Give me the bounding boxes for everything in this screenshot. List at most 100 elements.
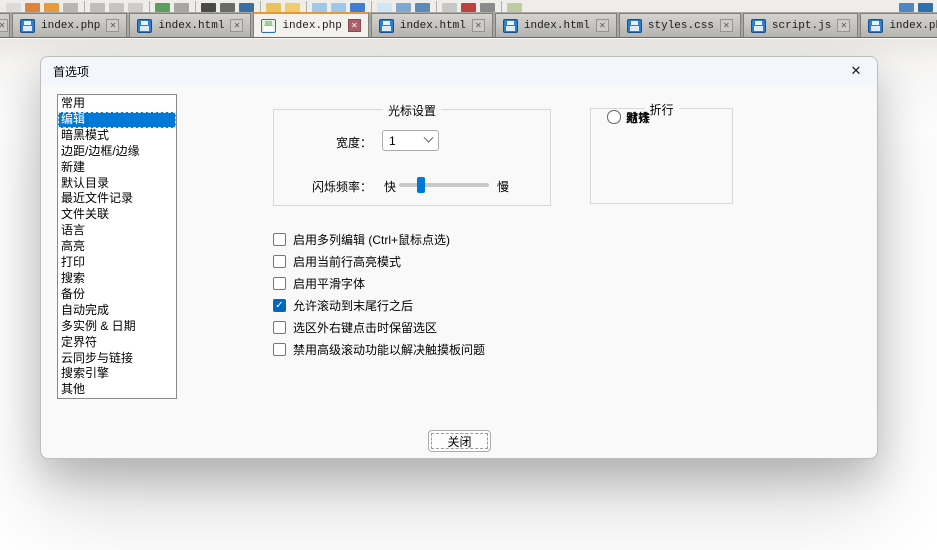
editor-tab[interactable]: index.php ✕ (253, 12, 368, 37)
tab-label: index.php (282, 20, 341, 32)
editor-tab[interactable]: styles.css ✕ (619, 13, 741, 37)
category-item[interactable]: 编辑 (58, 112, 176, 128)
toolbar (0, 0, 937, 12)
tab-close-icon[interactable]: ✕ (472, 19, 485, 32)
close-button[interactable]: 关闭 (428, 430, 491, 452)
toolbar-icon[interactable] (174, 3, 189, 12)
category-item[interactable]: 多实例 & 日期 (58, 319, 176, 335)
tab-close-icon[interactable]: ✕ (0, 19, 8, 32)
option-row[interactable]: ✓ 选区外右键点击时保留选区 (273, 316, 485, 338)
checkbox-icon[interactable]: ✓ (273, 277, 286, 290)
option-row[interactable]: ✓ 禁用高级滚动功能以解决触摸板问题 (273, 338, 485, 360)
toolbar-icon[interactable] (507, 3, 522, 12)
wrap-option[interactable]: 缩排 (607, 109, 650, 125)
toolbar-icon[interactable] (63, 3, 78, 12)
toolbar-icon[interactable] (918, 3, 933, 12)
toolbar-icon[interactable] (461, 3, 476, 12)
category-item[interactable]: 默认目录 (58, 176, 176, 192)
editor-tab[interactable]: index.html ✕ (495, 13, 617, 37)
toolbar-icon[interactable] (90, 3, 105, 12)
category-item[interactable]: 备份 (58, 287, 176, 303)
toolbar-icon[interactable] (396, 3, 411, 12)
toolbar-icon[interactable] (220, 3, 235, 12)
option-row[interactable]: ✓ 允许滚动到末尾行之后 (273, 294, 485, 316)
checkbox-icon[interactable]: ✓ (273, 343, 286, 356)
option-row[interactable]: ✓ 启用平滑字体 (273, 272, 485, 294)
category-item[interactable]: 暗黑模式 (58, 128, 176, 144)
category-item[interactable]: 新建 (58, 160, 176, 176)
dialog-titlebar: 首选项 ✕ (41, 57, 877, 85)
tab-close-icon[interactable]: ✕ (230, 19, 243, 32)
editor-tab[interactable]: index.html ✕ (129, 13, 251, 37)
category-item[interactable]: 其他 (58, 382, 176, 398)
editor-tab[interactable]: script.js ✕ (743, 13, 858, 37)
category-item[interactable]: 搜索引擎 (58, 366, 176, 382)
category-item[interactable]: 常用 (58, 96, 176, 112)
toolbar-icon[interactable] (266, 3, 281, 12)
edit-options: ✓ 启用多列编辑 (Ctrl+鼠标点选) ✓ 启用当前行高亮模式 ✓ 启用平滑字… (273, 228, 485, 360)
category-item[interactable]: 定界符 (58, 335, 176, 351)
toolbar-icon[interactable] (109, 3, 124, 12)
tab-close-icon[interactable]: ✕ (596, 19, 609, 32)
toolbar-icon[interactable] (128, 3, 143, 12)
radio-icon[interactable] (607, 110, 621, 124)
toolbar-icon[interactable] (480, 3, 495, 12)
toolbar-icon[interactable] (260, 1, 261, 12)
blink-rate-slider[interactable] (399, 183, 489, 187)
category-item[interactable]: 文件关联 (58, 207, 176, 223)
toolbar-icon[interactable] (436, 1, 437, 12)
blink-rate-label: 闪烁频率： (312, 178, 372, 195)
tab-close-icon[interactable]: ✕ (348, 19, 361, 32)
toolbar-icon[interactable] (149, 1, 150, 12)
toolbar-icon[interactable] (25, 3, 40, 12)
toolbar-icon[interactable] (899, 3, 914, 12)
toolbar-icon[interactable] (239, 3, 254, 12)
toolbar-icon[interactable] (285, 3, 300, 12)
category-item[interactable]: 高亮 (58, 239, 176, 255)
category-list[interactable]: 常用 编辑 暗黑模式 边距/边框/边缘 新建 默认目录 最近文件记录 文件关联 … (57, 94, 177, 399)
save-state-icon (627, 19, 642, 33)
checkbox-icon[interactable]: ✓ (273, 321, 286, 334)
toolbar-icon[interactable] (442, 3, 457, 12)
toolbar-icon[interactable] (350, 3, 365, 12)
checkbox-icon[interactable]: ✓ (273, 299, 286, 312)
toolbar-icon[interactable] (84, 1, 85, 12)
toolbar-icon[interactable] (195, 1, 196, 12)
toolbar-icon[interactable] (306, 1, 307, 12)
option-row[interactable]: ✓ 启用当前行高亮模式 (273, 250, 485, 272)
cursor-width-value: 1 (389, 134, 396, 148)
tab-close-icon[interactable]: ✕ (720, 19, 733, 32)
cursor-width-select[interactable]: 1 (382, 130, 439, 151)
editor-tab[interactable]: index.php ✕ (860, 13, 937, 37)
toolbar-icon[interactable] (377, 3, 392, 12)
tab-label: index.php (41, 20, 100, 32)
editor-tab[interactable]: index.html ✕ (371, 13, 493, 37)
toolbar-icon[interactable] (415, 3, 430, 12)
toolbar-icon[interactable] (371, 1, 372, 12)
blink-slider-thumb[interactable] (417, 177, 425, 193)
tab-close-icon[interactable]: ✕ (837, 19, 850, 32)
category-item[interactable]: 搜索 (58, 271, 176, 287)
checkbox-icon[interactable]: ✓ (273, 233, 286, 246)
option-row[interactable]: ✓ 启用多列编辑 (Ctrl+鼠标点选) (273, 228, 485, 250)
checkbox-icon[interactable]: ✓ (273, 255, 286, 268)
option-label: 启用当前行高亮模式 (293, 253, 401, 270)
toolbar-icon[interactable] (44, 3, 59, 12)
toolbar-icon[interactable] (312, 3, 327, 12)
tab-bar: ✕ index.php ✕ index.html ✕ index.php (0, 12, 937, 38)
toolbar-icon[interactable] (201, 3, 216, 12)
category-item[interactable]: 最近文件记录 (58, 191, 176, 207)
save-state-icon (503, 19, 518, 33)
category-item[interactable]: 自动完成 (58, 303, 176, 319)
toolbar-icon[interactable] (331, 3, 346, 12)
category-item[interactable]: 语言 (58, 223, 176, 239)
toolbar-icon[interactable] (6, 3, 21, 12)
editor-tab[interactable]: index.php ✕ (12, 13, 127, 37)
category-item[interactable]: 打印 (58, 255, 176, 271)
toolbar-icon[interactable] (501, 1, 502, 12)
category-item[interactable]: 边距/边框/边缘 (58, 144, 176, 160)
toolbar-icon[interactable] (155, 3, 170, 12)
category-item[interactable]: 云同步与链接 (58, 351, 176, 367)
tab-close-icon[interactable]: ✕ (106, 19, 119, 32)
dialog-close-icon[interactable]: ✕ (847, 63, 865, 79)
